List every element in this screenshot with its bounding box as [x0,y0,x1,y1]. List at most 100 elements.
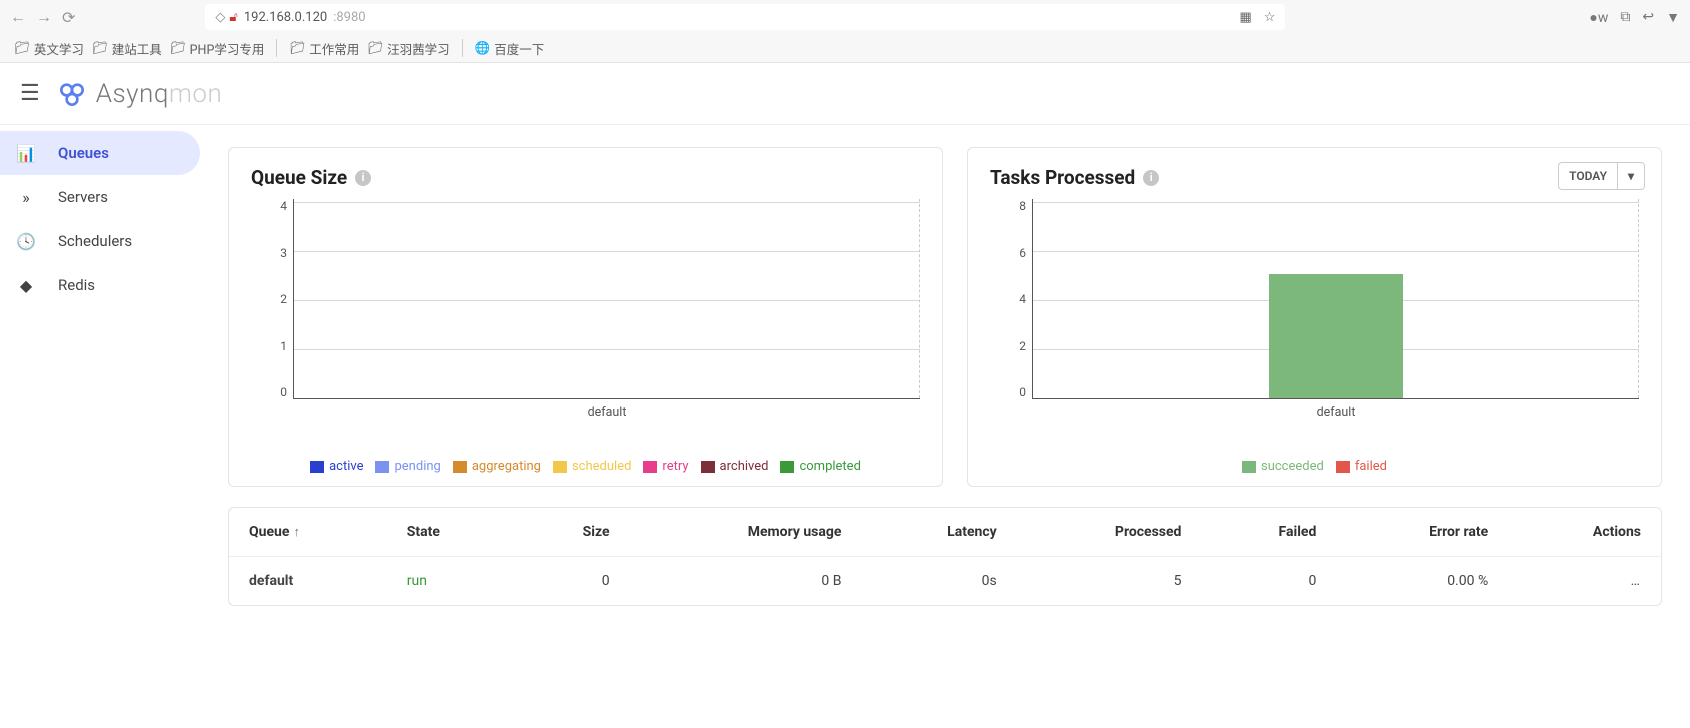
range-button[interactable]: TODAY [1559,163,1618,189]
legend-label: active [329,459,363,474]
col-latency[interactable]: Latency [861,508,1016,557]
sidebar-item-label: Servers [58,188,108,206]
col-size[interactable]: Size [514,508,630,557]
x-axis-label: default [1317,405,1356,420]
legend-label: failed [1355,459,1387,474]
bookmark-label: 百度一下 [494,39,544,58]
table-row[interactable]: default run 0 0 B 0s 5 0 0.00 % … [229,557,1661,606]
x-axis-label: default [588,405,627,420]
sort-arrow-icon: ↑ [293,525,300,540]
legend-swatch [780,461,794,473]
date-range-control[interactable]: TODAY ▾ [1558,162,1645,190]
tasks-processed-title: Tasks Processed [990,166,1135,189]
bar-succeeded [1269,274,1402,398]
cell-failed: 0 [1201,557,1336,606]
chart-grid: default [1032,199,1639,399]
folder-icon: 📁︎ [14,41,30,56]
legend-swatch [553,461,567,473]
bookmark-label: 建站工具 [112,39,162,58]
undo-icon[interactable]: ↩ [1642,9,1654,26]
col-error-rate[interactable]: Error rate [1336,508,1508,557]
info-icon[interactable]: i [355,170,371,186]
folder-icon: 📁︎ [367,41,383,56]
qr-icon[interactable]: ▦ [1239,10,1251,25]
legend-label: pending [394,459,440,474]
queues-table: Queue↑ State Size Memory usage Latency P… [228,507,1662,606]
bookmark-item[interactable]: 📁︎英文学习 [14,39,84,58]
sidebar-item-servers[interactable]: »Servers [0,175,200,219]
logo-icon [56,78,88,110]
col-memory[interactable]: Memory usage [630,508,862,557]
bookmark-label: 工作常用 [309,39,359,58]
shield-icon: ◇ [215,10,225,25]
star-icon[interactable]: ☆ [1264,10,1276,25]
legend-item: failed [1336,459,1387,474]
chart-grid: default [293,199,920,399]
dropdown-icon[interactable]: ▼ [1666,9,1680,26]
info-icon[interactable]: i [1143,170,1159,186]
pin-icon[interactable]: ⧉ [1620,9,1630,26]
col-failed[interactable]: Failed [1201,508,1336,557]
legend-item: pending [375,459,440,474]
folder-icon: 📁︎ [170,41,186,56]
sidebar: 📊Queues»Servers🕓Schedulers ◆ Redis [0,125,200,628]
refresh-icon[interactable]: ⟳ [62,8,75,27]
legend-item: aggregating [453,459,541,474]
app-logo: Asynqmon [56,78,223,110]
bookmarks-bar: 📁︎英文学习📁︎建站工具📁︎PHP学习专用📁︎工作常用📁︎汪羽茜学习🌐百度一下 [0,34,1690,63]
legend-item: scheduled [553,459,631,474]
legend-item: archived [701,459,769,474]
cell-processed: 5 [1017,557,1202,606]
chevron-down-icon[interactable]: ▾ [1618,163,1644,189]
folder-icon: 📁︎ [289,41,305,56]
legend-swatch [1242,461,1256,473]
legend-label: succeeded [1261,459,1324,474]
bookmark-item[interactable]: 📁︎ 汪羽茜学习 [367,39,449,58]
legend-item: active [310,459,363,474]
url-port: :8980 [333,10,365,25]
bookmark-item[interactable]: 📁︎PHP学习专用 [170,39,265,58]
bar-chart-icon: 📊 [16,144,36,163]
col-actions: Actions [1508,508,1661,557]
sidebar-item-label: Redis [58,276,95,294]
bookmark-item[interactable]: 📁︎ 工作常用 [289,39,359,58]
layers-icon: ◆ [16,276,36,295]
back-icon[interactable]: ← [10,7,26,27]
legend-swatch [643,461,657,473]
legend-swatch [453,461,467,473]
cell-state: run [387,557,514,606]
bookmark-item[interactable]: 📁︎建站工具 [92,39,162,58]
cell-memory: 0 B [630,557,862,606]
y-axis: 43210 [251,199,293,399]
browser-toolbar: ← → ⟳ ◇ 🔓︎ 192.168.0.120:8980 ▦ ☆ ●w ⧉ ↩… [0,0,1690,34]
forward-icon[interactable]: → [36,7,52,27]
legend-label: aggregating [472,459,541,474]
legend-label: archived [720,459,769,474]
cell-latency: 0s [861,557,1016,606]
hamburger-icon[interactable]: ☰ [20,81,40,106]
cell-queue: default [229,557,387,606]
insecure-lock-icon: 🔓︎ [229,10,237,25]
sidebar-item-schedulers[interactable]: 🕓Schedulers [0,219,200,263]
sidebar-item-queues[interactable]: 📊Queues [0,131,200,175]
brand-text: Asynq [96,79,169,109]
url-bar[interactable]: ◇ 🔓︎ 192.168.0.120:8980 ▦ ☆ [205,4,1285,30]
cell-actions[interactable]: … [1508,557,1661,606]
profile-icon[interactable]: ●w [1589,9,1608,26]
bookmark-label: 汪羽茜学习 [387,39,450,58]
col-processed[interactable]: Processed [1017,508,1202,557]
sidebar-item-redis[interactable]: ◆ Redis [0,263,200,307]
tasks-processed-card: Tasks Processed i TODAY ▾ 86420 default … [967,147,1662,487]
col-state[interactable]: State [387,508,514,557]
legend-swatch [1336,461,1350,473]
bookmark-item[interactable]: 🌐百度一下 [475,39,545,58]
brand-suffix: mon [169,79,222,109]
legend-swatch [701,461,715,473]
more-icon[interactable]: … [1631,573,1641,589]
sidebar-item-label: Schedulers [58,232,132,250]
chart-legend: succeeded failed [990,459,1639,474]
card-title: Queue Size i [251,166,920,189]
legend-label: completed [799,459,860,474]
globe-icon: 🌐 [475,41,491,56]
col-queue[interactable]: Queue↑ [229,508,387,557]
